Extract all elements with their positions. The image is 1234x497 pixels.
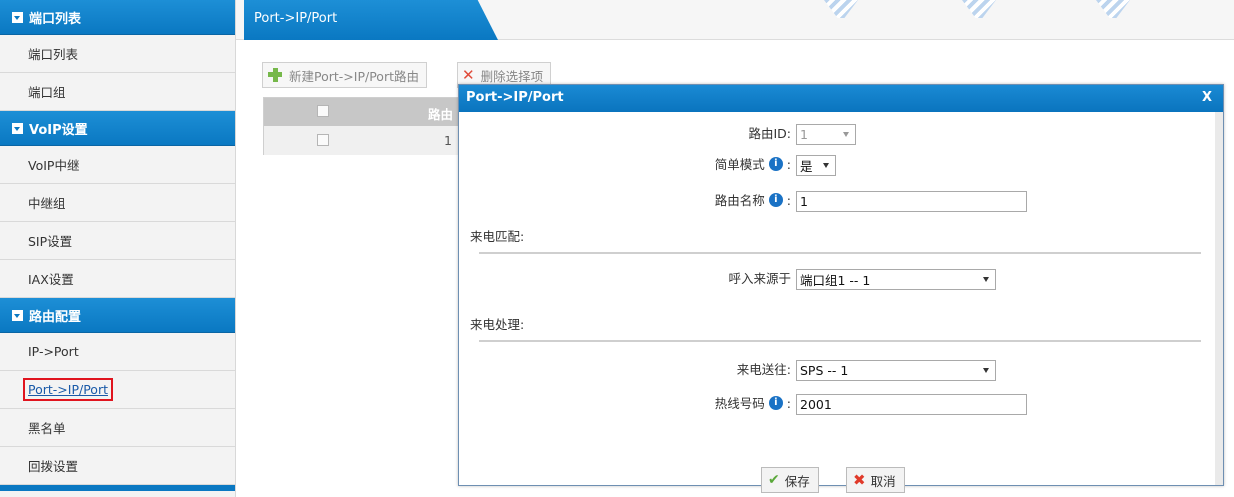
chevron-down-icon xyxy=(983,368,989,373)
sidebar-item-sip-settings[interactable]: SIP设置 xyxy=(0,222,235,260)
route-name-label: 路由名称 i : xyxy=(714,193,791,208)
route-id-label: 路由ID: xyxy=(748,126,791,141)
info-icon[interactable]: i xyxy=(768,396,783,410)
new-route-button[interactable]: 新建Port->IP/Port路由 xyxy=(262,62,427,88)
decoration xyxy=(824,0,858,18)
sidebar-section-voip[interactable]: VoIP设置 xyxy=(0,111,235,146)
tab-bar: Port->IP/Port xyxy=(236,0,1234,40)
send-to-select[interactable]: SPS -- 1 xyxy=(796,360,996,381)
sidebar-item-port-list[interactable]: 端口列表 xyxy=(0,35,235,73)
sidebar-section-port-list[interactable]: 端口列表 xyxy=(0,0,235,35)
check-icon: ✔ xyxy=(768,472,780,488)
route-id-row: 路由ID: 1 xyxy=(459,123,1219,147)
send-to-row: 来电送往: SPS -- 1 xyxy=(459,359,1219,383)
table-row[interactable]: 1 xyxy=(264,126,458,155)
delete-icon: ✕ xyxy=(462,66,475,84)
sidebar-section-title: 端口列表 xyxy=(29,11,82,27)
delete-selected-label: 删除选择项 xyxy=(480,68,544,84)
close-icon: ✖ xyxy=(853,471,866,489)
dialog-titlebar: Port->IP/Port X xyxy=(459,85,1223,112)
close-icon[interactable]: X xyxy=(1202,90,1212,105)
sidebar-item-iax-settings[interactable]: IAX设置 xyxy=(0,260,235,298)
sidebar-section-title: VoIP设置 xyxy=(29,122,88,138)
row-checkbox[interactable] xyxy=(317,134,329,146)
route-id-select: 1 xyxy=(796,124,856,145)
call-source-row: 呼入来源于 端口组1 -- 1 xyxy=(459,268,1219,292)
route-name-input[interactable]: 1 xyxy=(796,191,1027,212)
hotline-input[interactable]: 2001 xyxy=(796,394,1027,415)
column-header-route[interactable]: 路由 xyxy=(428,104,453,123)
cancel-button[interactable]: ✖ 取消 xyxy=(846,467,905,493)
chevron-down-icon xyxy=(983,277,989,282)
save-button[interactable]: ✔ 保存 xyxy=(761,467,819,493)
call-source-select[interactable]: 端口组1 -- 1 xyxy=(796,269,996,290)
route-name-row: 路由名称 i : 1 xyxy=(459,190,1219,214)
sidebar-item-trunk-group[interactable]: 中继组 xyxy=(0,184,235,222)
sidebar-item-blacklist[interactable]: 黑名单 xyxy=(0,409,235,447)
simple-mode-label: 简单模式 i : xyxy=(714,157,791,172)
sidebar-item-callback[interactable]: 回拨设置 xyxy=(0,447,235,485)
sidebar-section-routing[interactable]: 路由配置 xyxy=(0,298,235,333)
sidebar: 端口列表 端口列表 端口组 VoIP设置 VoIP中继 中继组 SIP设置 IA… xyxy=(0,0,236,497)
collapse-icon xyxy=(12,11,23,23)
plus-icon xyxy=(267,67,283,83)
incoming-handling-heading: 来电处理: xyxy=(470,317,525,332)
section-divider xyxy=(479,340,1201,342)
send-to-label: 来电送往: xyxy=(736,362,791,377)
sidebar-divider xyxy=(0,485,235,491)
collapse-icon xyxy=(12,122,23,134)
route-dialog: Port->IP/Port X 路由ID: 1 简单模式 i : 是 路由名称 xyxy=(458,84,1224,493)
sidebar-item-ip-port[interactable]: IP->Port xyxy=(0,333,235,371)
decoration xyxy=(1096,0,1130,18)
row-id: 1 xyxy=(444,133,452,148)
table-header: 路由 xyxy=(264,98,458,126)
sidebar-item-voip-trunk[interactable]: VoIP中继 xyxy=(0,146,235,184)
incoming-match-heading: 来电匹配: xyxy=(470,229,525,244)
collapse-icon xyxy=(12,309,23,321)
info-icon[interactable]: i xyxy=(768,193,783,207)
tab-port-ip-port[interactable]: Port->IP/Port xyxy=(244,0,498,40)
simple-mode-row: 简单模式 i : 是 xyxy=(459,154,1219,178)
new-route-label: 新建Port->IP/Port路由 xyxy=(289,68,419,84)
hotline-label: 热线号码 i : xyxy=(714,396,791,411)
section-divider xyxy=(479,252,1201,254)
sidebar-section-title: 路由配置 xyxy=(29,309,82,325)
hotline-row: 热线号码 i : 2001 xyxy=(459,393,1219,417)
sidebar-item-port-group[interactable]: 端口组 xyxy=(0,73,235,111)
select-all-checkbox[interactable] xyxy=(317,105,329,117)
info-icon[interactable]: i xyxy=(768,157,783,171)
chevron-down-icon xyxy=(823,163,829,168)
call-source-label: 呼入来源于 xyxy=(728,271,791,286)
chevron-down-icon xyxy=(843,132,849,137)
decoration xyxy=(962,0,996,18)
route-table: 路由 1 xyxy=(263,97,459,155)
simple-mode-select[interactable]: 是 xyxy=(796,155,836,176)
dialog-body: 路由ID: 1 简单模式 i : 是 路由名称 i : 1 来电匹配: 呼入来源… xyxy=(459,112,1223,493)
sidebar-item-port-ip-port[interactable]: Port->IP/Port xyxy=(0,371,235,409)
dialog-title: Port->IP/Port xyxy=(466,90,564,105)
